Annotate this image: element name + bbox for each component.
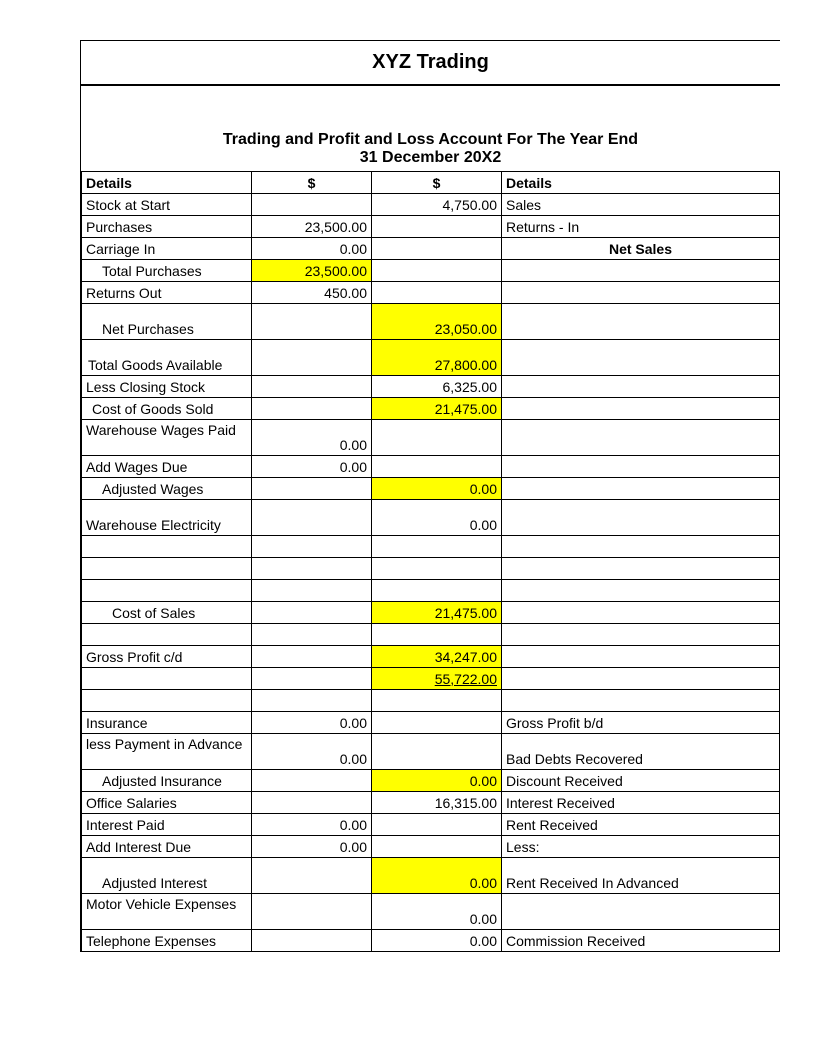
- row-carriage-in: Carriage In 0.00 Net Sales: [82, 238, 780, 260]
- header-details-right: Details: [502, 172, 780, 194]
- row-net-purchases: Net Purchases 23,050.00: [82, 304, 780, 340]
- row-blank-1: [82, 536, 780, 558]
- row-office-salaries: Office Salaries 16,315.00 Interest Recei…: [82, 792, 780, 814]
- row-gross-profit-cd: Gross Profit c/d 34,247.00: [82, 646, 780, 668]
- header-dollar-1: $: [252, 172, 372, 194]
- subtitle-line-2: 31 December 20X2: [81, 149, 780, 167]
- row-add-wages-due: Add Wages Due 0.00: [82, 456, 780, 478]
- report-subtitle: Trading and Profit and Loss Account For …: [81, 86, 780, 171]
- row-stock-at-start: Stock at Start 4,750.00 Sales: [82, 194, 780, 216]
- ledger-table: Details $ $ Details Stock at Start 4,750…: [81, 171, 780, 952]
- label-right: Sales: [502, 194, 780, 216]
- row-interest-paid: Interest Paid 0.00 Rent Received: [82, 814, 780, 836]
- header-dollar-2: $: [372, 172, 502, 194]
- label: Stock at Start: [82, 194, 252, 216]
- row-telephone-expenses: Telephone Expenses 0.00 Commission Recei…: [82, 930, 780, 952]
- row-returns-out: Returns Out 450.00: [82, 282, 780, 304]
- row-blank-5: [82, 690, 780, 712]
- row-blank-2: [82, 558, 780, 580]
- row-total-55722: 55,722.00: [82, 668, 780, 690]
- row-adjusted-insurance: Adjusted Insurance 0.00 Discount Receive…: [82, 770, 780, 792]
- row-motor-vehicle-expenses: Motor Vehicle Expenses 0.00: [82, 894, 780, 930]
- worksheet: XYZ Trading Trading and Profit and Loss …: [80, 40, 780, 952]
- header-details-left: Details: [82, 172, 252, 194]
- row-adjusted-wages: Adjusted Wages 0.00: [82, 478, 780, 500]
- row-total-purchases: Total Purchases 23,500.00: [82, 260, 780, 282]
- val-b: [252, 194, 372, 216]
- row-less-closing-stock: Less Closing Stock 6,325.00: [82, 376, 780, 398]
- row-less-payment-in-advance: less Payment in Advance 0.00 Bad Debts R…: [82, 734, 780, 770]
- row-blank-3: [82, 580, 780, 602]
- row-blank-4: [82, 624, 780, 646]
- row-insurance: Insurance 0.00 Gross Profit b/d: [82, 712, 780, 734]
- row-adjusted-interest: Adjusted Interest 0.00 Rent Received In …: [82, 858, 780, 894]
- row-warehouse-wages-paid: Warehouse Wages Paid 0.00: [82, 420, 780, 456]
- row-warehouse-electricity: Warehouse Electricity 0.00: [82, 500, 780, 536]
- row-cost-of-goods-sold: Cost of Goods Sold 21,475.00: [82, 398, 780, 420]
- header-row: Details $ $ Details: [82, 172, 780, 194]
- row-purchases: Purchases 23,500.00 Returns - In: [82, 216, 780, 238]
- subtitle-line-1: Trading and Profit and Loss Account For …: [81, 131, 780, 149]
- row-total-goods-available: Total Goods Available 27,800.00: [82, 340, 780, 376]
- company-title: XYZ Trading: [81, 40, 780, 86]
- val-c: 4,750.00: [372, 194, 502, 216]
- row-cost-of-sales: Cost of Sales 21,475.00: [82, 602, 780, 624]
- row-add-interest-due: Add Interest Due 0.00 Less:: [82, 836, 780, 858]
